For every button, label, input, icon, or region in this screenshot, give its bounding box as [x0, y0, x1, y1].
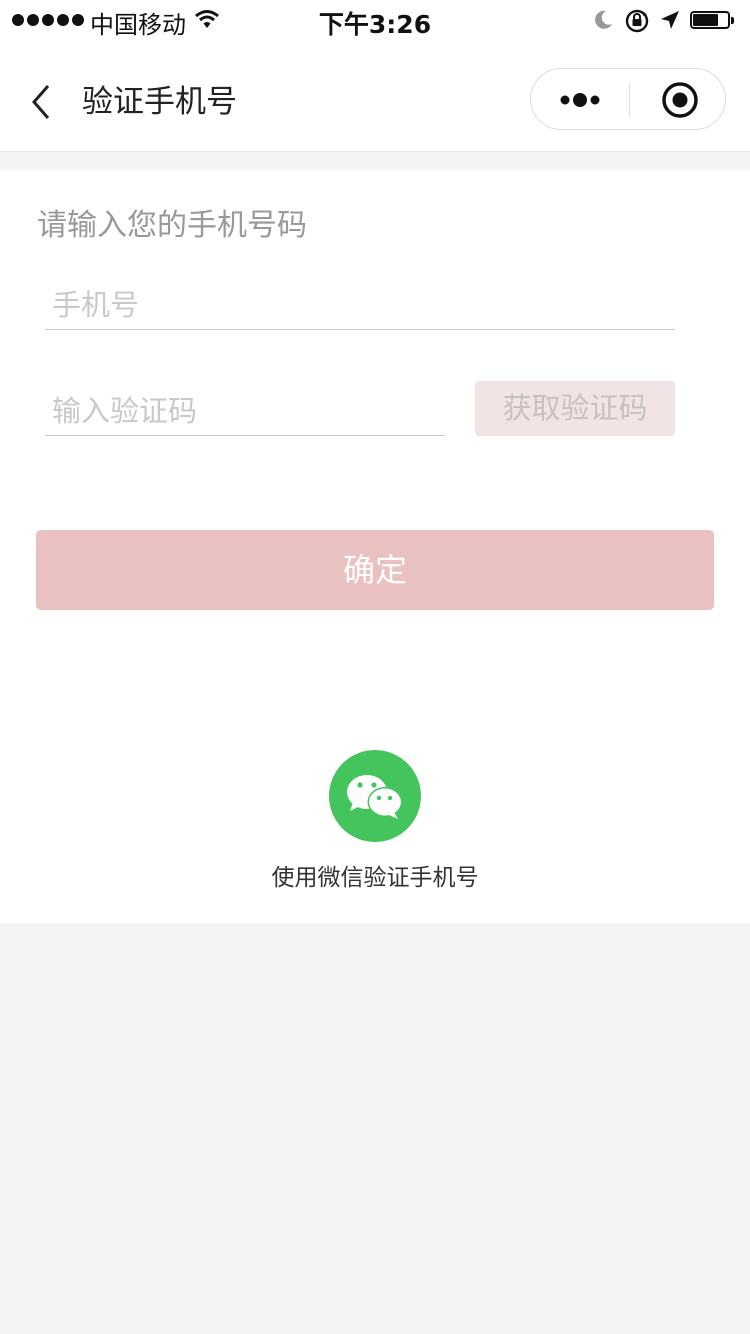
location-arrow-icon: [661, 11, 679, 29]
wechat-verify-button[interactable]: [329, 750, 421, 842]
battery-icon: [690, 11, 734, 31]
moon-icon: [595, 10, 612, 29]
page-title: 验证手机号: [82, 84, 237, 120]
rotation-lock-icon: [625, 9, 649, 33]
get-code-button[interactable]: 获取验证码: [475, 381, 675, 436]
status-bar: 中国移动 下午3:26: [0, 0, 750, 40]
phone-input[interactable]: [45, 280, 675, 330]
phone-prompt: 请输入您的手机号码: [37, 208, 307, 243]
navigation-bar: 验证手机号: [0, 40, 750, 152]
verification-code-input[interactable]: [45, 386, 445, 436]
confirm-button[interactable]: 确定: [36, 530, 714, 610]
menu-capsule: [530, 68, 726, 130]
close-target-icon[interactable]: [661, 81, 699, 119]
wechat-verify-label[interactable]: 使用微信验证手机号: [0, 858, 750, 892]
back-chevron-icon[interactable]: [26, 82, 56, 122]
capsule-divider: [629, 83, 630, 117]
wechat-icon: [347, 775, 403, 819]
verification-card: 请输入您的手机号码 获取验证码 确定 使用微信验证手机号: [0, 170, 750, 923]
more-dots-icon[interactable]: [559, 83, 603, 117]
